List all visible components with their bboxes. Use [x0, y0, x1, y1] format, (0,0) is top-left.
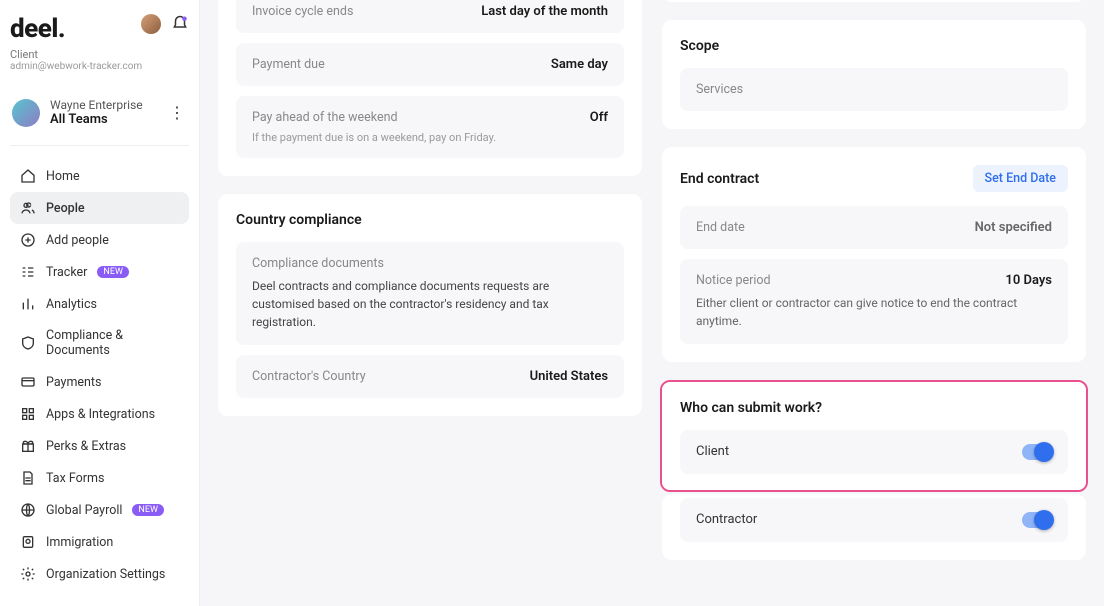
nav-immigration[interactable]: Immigration: [10, 526, 189, 558]
kebab-icon[interactable]: ⋮: [169, 103, 185, 122]
chart-icon: [20, 296, 36, 312]
invoice-cycle-value: Last day of the month: [481, 4, 608, 19]
account-email: admin@webwork-tracker.com: [10, 61, 189, 72]
nav-people[interactable]: People: [10, 192, 189, 224]
scope-services-label: Services: [696, 82, 743, 97]
highlighted-section: Who can submit work? Client: [660, 380, 1088, 492]
nav-label: Tax Forms: [46, 471, 104, 486]
nav-label: Immigration: [46, 535, 113, 550]
user-avatar[interactable]: [141, 14, 161, 34]
gear-icon: [20, 566, 36, 582]
weekend-label: Pay ahead of the weekend: [252, 110, 398, 125]
card-icon: [20, 374, 36, 390]
globe-icon: [20, 502, 36, 518]
home-icon: [20, 168, 36, 184]
end-date-label: End date: [696, 220, 745, 235]
nav-label: People: [46, 201, 85, 216]
nav-label: Tracker: [46, 265, 87, 280]
nav-label: Compliance & Documents: [46, 328, 179, 358]
nav-label: Payments: [46, 375, 101, 390]
submit-contractor-label: Contractor: [696, 512, 757, 527]
compliance-docs-label: Compliance documents: [252, 256, 384, 271]
tracker-icon: [20, 264, 36, 280]
compliance-docs-row: Compliance documents Deel contracts and …: [236, 242, 624, 345]
nav-analytics[interactable]: Analytics: [10, 288, 189, 320]
end-date-value: Not specified: [975, 220, 1052, 235]
scope-card: Scope Services: [662, 20, 1086, 129]
payment-due-value: Same day: [551, 57, 608, 72]
role-label: Client: [10, 48, 189, 61]
compliance-docs-desc: Deel contracts and compliance documents …: [252, 277, 608, 331]
nav-label: Add people: [46, 233, 109, 248]
notice-label: Notice period: [696, 273, 771, 288]
payment-due-row: Payment due Same day: [236, 43, 624, 86]
nav-home[interactable]: Home: [10, 160, 189, 192]
invoice-cycle-label: Invoice cycle ends: [252, 4, 353, 19]
grid-icon: [20, 406, 36, 422]
submit-work-card: Who can submit work? Client: [662, 382, 1086, 490]
weekend-value: Off: [590, 110, 608, 125]
notice-value: 10 Days: [1005, 273, 1052, 288]
nav-label: Perks & Extras: [46, 439, 126, 454]
compliance-card: Country compliance Compliance documents …: [218, 194, 642, 416]
divider: [10, 145, 189, 146]
nav-add-people[interactable]: Add people: [10, 224, 189, 256]
scope-services-row: Services: [680, 68, 1068, 111]
document-icon: [20, 470, 36, 486]
nav-tracker[interactable]: Tracker NEW: [10, 256, 189, 288]
scope-title: Scope: [680, 38, 1068, 54]
end-date-row: End date Not specified: [680, 206, 1068, 249]
nav-org-settings[interactable]: Organization Settings: [10, 558, 189, 590]
end-contract-title: End contract: [680, 171, 759, 187]
nav-apps[interactable]: Apps & Integrations: [10, 398, 189, 430]
contractor-country-row: Contractor's Country United States: [236, 355, 624, 398]
new-badge: NEW: [97, 266, 129, 278]
compliance-title: Country compliance: [236, 212, 624, 228]
org-name: Wayne Enterprise: [50, 98, 143, 112]
payment-settings-card: Invoice cycle ends Last day of the month…: [218, 0, 642, 176]
notifications-icon[interactable]: [171, 15, 189, 33]
nav-label: Organization Settings: [46, 567, 165, 582]
end-contract-card: End contract Set End Date End date Not s…: [662, 147, 1086, 362]
scope-card: [662, 0, 1086, 2]
passport-icon: [20, 534, 36, 550]
submit-client-label: Client: [696, 444, 729, 459]
contractor-country-label: Contractor's Country: [252, 369, 366, 384]
shield-icon: [20, 335, 36, 351]
payment-due-label: Payment due: [252, 57, 325, 72]
set-end-date-button[interactable]: Set End Date: [973, 165, 1068, 192]
submit-contractor-row: Contractor: [680, 498, 1068, 542]
org-avatar: [12, 99, 40, 127]
org-team: All Teams: [50, 112, 143, 127]
nav-global-payroll[interactable]: Global Payroll NEW: [10, 494, 189, 526]
client-toggle[interactable]: [1022, 444, 1052, 460]
nav-label: Apps & Integrations: [46, 407, 155, 422]
gift-icon: [20, 438, 36, 454]
people-icon: [20, 200, 36, 216]
contractor-toggle[interactable]: [1022, 512, 1052, 528]
org-selector[interactable]: Wayne Enterprise All Teams ⋮: [10, 94, 189, 131]
nav-label: Global Payroll: [46, 503, 122, 518]
nav-label: Analytics: [46, 297, 97, 312]
nav-perks[interactable]: Perks & Extras: [10, 430, 189, 462]
invoice-cycle-row: Invoice cycle ends Last day of the month: [236, 0, 624, 33]
notice-desc: Either client or contractor can give not…: [696, 294, 1052, 330]
submit-work-title: Who can submit work?: [680, 400, 1068, 416]
plus-circle-icon: [20, 232, 36, 248]
nav-payments[interactable]: Payments: [10, 366, 189, 398]
weekend-note: If the payment due is on a weekend, pay …: [252, 131, 496, 144]
submit-contractor-card: Contractor: [662, 494, 1086, 560]
nav-label: Home: [46, 169, 80, 184]
submit-client-row: Client: [680, 430, 1068, 474]
new-badge: NEW: [132, 504, 164, 516]
notice-period-row: Notice period 10 Days Either client or c…: [680, 259, 1068, 344]
nav-compliance[interactable]: Compliance & Documents: [10, 320, 189, 366]
contractor-country-value: United States: [530, 369, 608, 384]
weekend-row: Pay ahead of the weekend Off If the paym…: [236, 96, 624, 158]
nav-tax[interactable]: Tax Forms: [10, 462, 189, 494]
